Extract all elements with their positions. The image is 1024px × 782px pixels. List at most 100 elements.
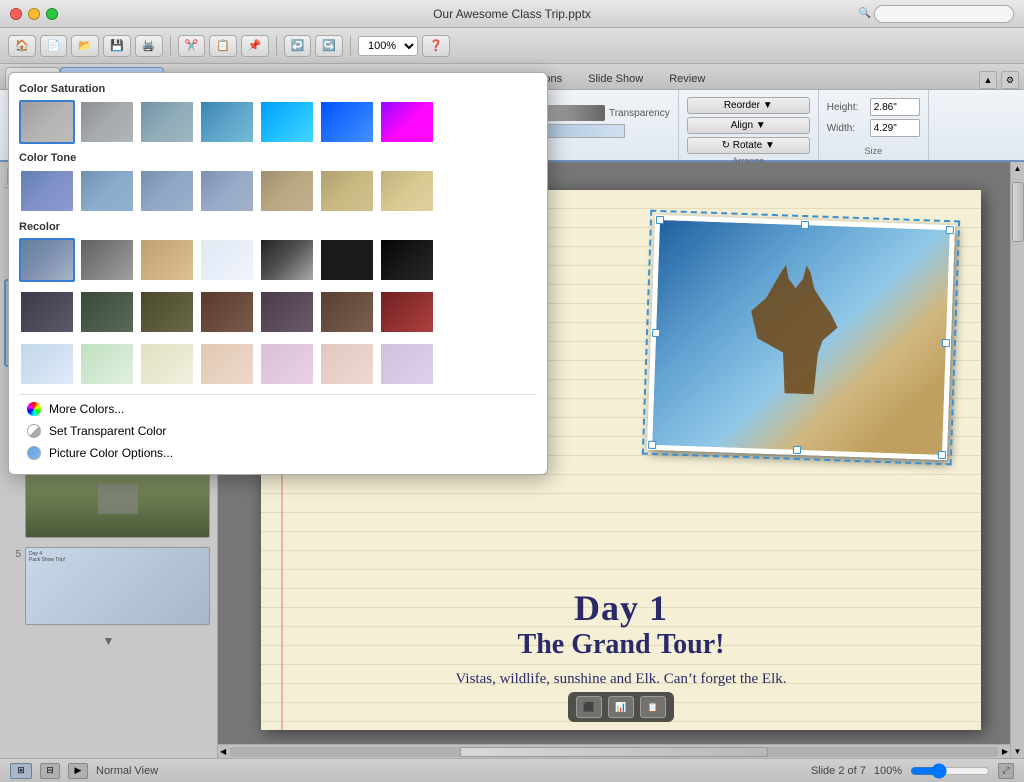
- float-btn-3[interactable]: 📋: [640, 696, 666, 718]
- search-input[interactable]: [874, 5, 1014, 23]
- recolor-thumb-dark4[interactable]: [199, 290, 255, 334]
- recolor-thumb-washout[interactable]: [199, 238, 255, 282]
- recolor-thumb-dark3[interactable]: [139, 290, 195, 334]
- ribbon-group-size: Height: Width: Size: [819, 90, 929, 160]
- tone-thumb-6[interactable]: [319, 169, 375, 213]
- zoom-slider[interactable]: [910, 765, 990, 777]
- normal-view-btn[interactable]: ⊞: [10, 763, 32, 779]
- picture-color-options-item[interactable]: Picture Color Options...: [19, 442, 537, 464]
- resize-handle-mr[interactable]: [942, 338, 950, 346]
- elk-photo[interactable]: [647, 215, 955, 460]
- scroll-left-arrow[interactable]: ◀: [218, 747, 228, 756]
- resize-handle-bm[interactable]: [793, 446, 801, 454]
- recolor-thumb-no-recolor[interactable]: [19, 238, 75, 282]
- float-btn-2[interactable]: 📊: [608, 696, 634, 718]
- recolor-thumb-light3[interactable]: [139, 342, 195, 386]
- maximize-button[interactable]: [46, 8, 58, 20]
- picture-border-display: [545, 124, 625, 138]
- reorder-button[interactable]: Reorder ▼: [687, 97, 810, 114]
- paste-btn[interactable]: 📌: [241, 35, 269, 57]
- sat-thumb-1[interactable]: [19, 100, 75, 144]
- height-input[interactable]: [870, 98, 920, 116]
- slide-thumb-5[interactable]: 5 Day 4Pack Show Trip!: [4, 544, 213, 628]
- recolor-thumb-light1[interactable]: [19, 342, 75, 386]
- sat-thumb-7[interactable]: [379, 100, 435, 144]
- scroll-thumb[interactable]: [1012, 182, 1024, 242]
- statusbar-left: ⊞ ⊟ ▶ Normal View: [10, 763, 158, 779]
- grid-view-btn[interactable]: ⊟: [40, 763, 60, 779]
- set-transparent-item[interactable]: Set Transparent Color: [19, 420, 537, 442]
- canvas-scrollbar-v[interactable]: ▲ ▼: [1010, 162, 1024, 758]
- ribbon-options-btn[interactable]: ⚙: [1001, 71, 1019, 89]
- cut-btn[interactable]: ✂️: [178, 35, 206, 57]
- scroll-right-arrow[interactable]: ▶: [1000, 747, 1010, 756]
- tone-thumb-7[interactable]: [379, 169, 435, 213]
- recolor-dropdown: Color Saturation Color Tone: [8, 72, 548, 475]
- float-image-toolbar: ⬛ 📊 📋: [568, 692, 674, 722]
- new-btn[interactable]: 📄: [40, 35, 68, 57]
- float-btn-1[interactable]: ⬛: [576, 696, 602, 718]
- align-button[interactable]: Align ▼: [687, 117, 810, 134]
- fit-window-btn[interactable]: ⤢: [998, 763, 1014, 779]
- tone-thumb-2[interactable]: [79, 169, 135, 213]
- transparent-icon: [27, 424, 41, 438]
- resize-handle-tr[interactable]: [946, 226, 954, 234]
- recolor-thumb-dark7[interactable]: [379, 290, 435, 334]
- sat-thumb-5[interactable]: [259, 100, 315, 144]
- recolor-thumb-dark6[interactable]: [319, 290, 375, 334]
- tone-thumb-1[interactable]: [19, 169, 75, 213]
- save-btn[interactable]: 💾: [103, 35, 131, 57]
- redo-btn[interactable]: ↪️: [315, 35, 343, 57]
- tab-slideshow[interactable]: Slide Show: [575, 67, 656, 89]
- sat-thumb-3[interactable]: [139, 100, 195, 144]
- recolor-thumb-high-contrast-dark[interactable]: [379, 238, 435, 282]
- recolor-thumb-black-white[interactable]: [259, 238, 315, 282]
- recolor-thumb-light6[interactable]: [319, 342, 375, 386]
- canvas-scrollbar-h[interactable]: ◀ ▶: [218, 744, 1010, 758]
- minimize-button[interactable]: [28, 8, 40, 20]
- resize-handle-br[interactable]: [938, 451, 946, 459]
- recolor-thumb-dark1[interactable]: [19, 290, 75, 334]
- resize-handle-tm[interactable]: [801, 221, 809, 229]
- print-btn[interactable]: 🖨️: [135, 35, 163, 57]
- width-input[interactable]: [870, 119, 920, 137]
- help-btn[interactable]: ❓: [422, 35, 450, 57]
- width-label: Width:: [827, 123, 867, 134]
- tone-thumb-4[interactable]: [199, 169, 255, 213]
- tone-thumb-5[interactable]: [259, 169, 315, 213]
- height-label: Height:: [827, 102, 867, 113]
- recolor-thumb-silhouette[interactable]: [319, 238, 375, 282]
- present-view-btn[interactable]: ▶: [68, 763, 88, 779]
- zoom-select[interactable]: 100%: [358, 36, 418, 56]
- ribbon-collapse-btn[interactable]: ▲: [979, 71, 997, 89]
- recolor-thumb-light7[interactable]: [379, 342, 435, 386]
- sat-thumb-2[interactable]: [79, 100, 135, 144]
- recolor-thumb-sepia[interactable]: [139, 238, 195, 282]
- recolor-thumb-light2[interactable]: [79, 342, 135, 386]
- h-scroll-thumb[interactable]: [460, 747, 767, 757]
- recolor-thumb-light5[interactable]: [259, 342, 315, 386]
- recolor-thumb-dark5[interactable]: [259, 290, 315, 334]
- home-icon-btn[interactable]: 🏠: [8, 35, 36, 57]
- sat-thumb-6[interactable]: [319, 100, 375, 144]
- scroll-up-arrow[interactable]: ▲: [1011, 162, 1024, 175]
- resize-handle-ml[interactable]: [652, 328, 660, 336]
- copy-btn[interactable]: 📋: [209, 35, 237, 57]
- sat-thumb-4[interactable]: [199, 100, 255, 144]
- scroll-down-arrow[interactable]: ▼: [1011, 745, 1024, 758]
- resize-handle-bl[interactable]: [648, 441, 656, 449]
- day-label: Day 1: [261, 587, 981, 629]
- close-button[interactable]: [10, 8, 22, 20]
- recolor-thumb-dark2[interactable]: [79, 290, 135, 334]
- tone-thumb-3[interactable]: [139, 169, 195, 213]
- recolor-thumb-light4[interactable]: [199, 342, 255, 386]
- recolor-thumb-grayscale[interactable]: [79, 238, 135, 282]
- open-btn[interactable]: 📂: [71, 35, 99, 57]
- resize-handle-tl[interactable]: [656, 216, 664, 224]
- tab-review[interactable]: Review: [656, 67, 718, 89]
- undo-btn[interactable]: ↩️: [284, 35, 312, 57]
- rotate-button[interactable]: ↻ Rotate ▼: [687, 137, 810, 154]
- main-toolbar: 🏠 📄 📂 💾 🖨️ ✂️ 📋 📌 ↩️ ↪️ 100% ❓: [0, 28, 1024, 64]
- more-colors-item[interactable]: More Colors...: [19, 398, 537, 420]
- sidebar-scroll-down[interactable]: ▼: [4, 631, 213, 651]
